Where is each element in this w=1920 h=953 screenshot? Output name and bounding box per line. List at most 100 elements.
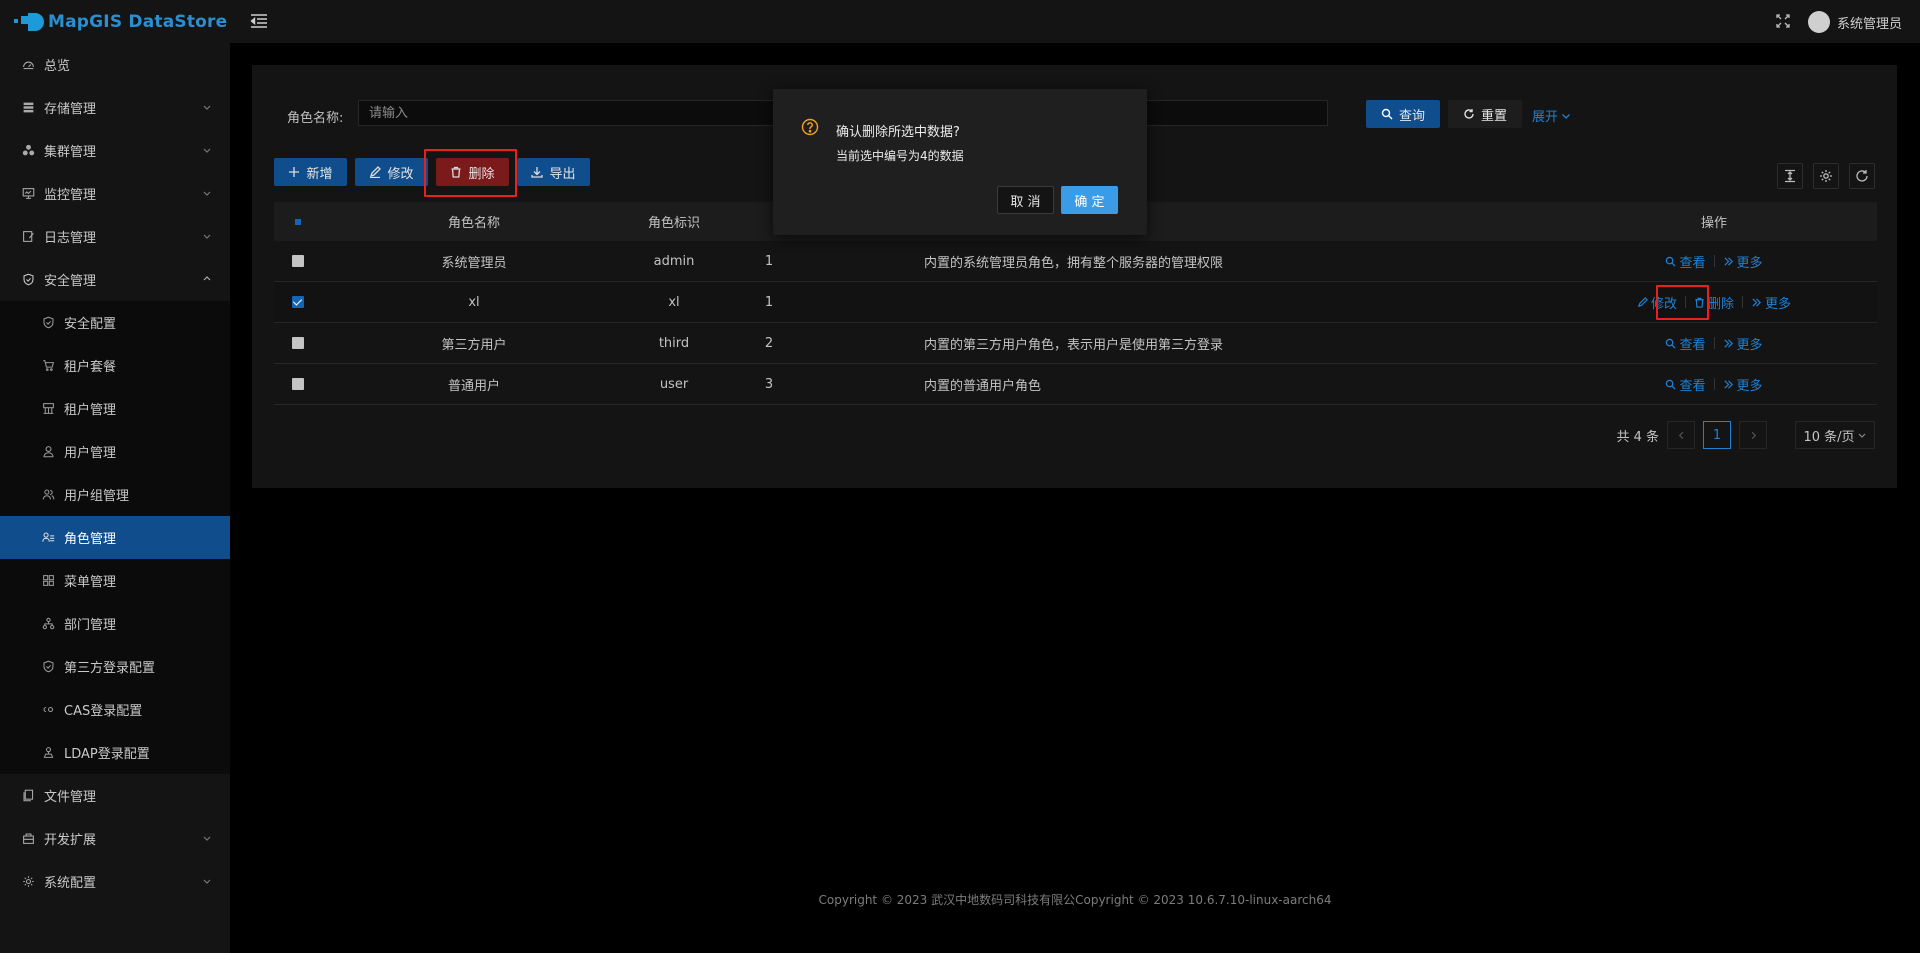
sidebar-item-log[interactable]: 日志管理 — [0, 215, 230, 258]
double-right-icon — [1723, 379, 1733, 389]
top-bar: 系统管理员 — [230, 0, 1920, 43]
role-icon — [42, 531, 55, 544]
download-icon — [531, 167, 544, 178]
sidebar-item-storage[interactable]: 存储管理 — [0, 86, 230, 129]
sidebar-item-cas-login[interactable]: CAS登录配置 — [0, 688, 230, 731]
search-icon — [1666, 379, 1677, 390]
log-icon — [22, 230, 35, 243]
sidebar-item-tenant[interactable]: 租户管理 — [0, 387, 230, 430]
gear-icon — [1820, 170, 1832, 182]
more-link[interactable]: 更多 — [1723, 375, 1763, 394]
expand-link-label: 展开 — [1532, 110, 1559, 125]
user-group-icon — [42, 488, 55, 501]
tenant-icon — [42, 402, 55, 415]
prev-page-button[interactable] — [1667, 421, 1695, 449]
row-checkbox[interactable] — [292, 323, 304, 363]
column-height-button[interactable] — [1777, 163, 1803, 189]
expand-link[interactable]: 展开 — [1532, 106, 1571, 125]
row-checkbox[interactable] — [292, 364, 304, 404]
delete-button-label: 删除 — [468, 166, 495, 182]
more-link[interactable]: 更多 — [1751, 293, 1791, 312]
view-link[interactable]: 查看 — [1665, 334, 1706, 353]
view-link-label: 查看 — [1679, 337, 1706, 353]
cart-icon — [42, 359, 55, 372]
edit-button[interactable]: 修改 — [355, 158, 428, 186]
page-1-button[interactable]: 1 — [1703, 421, 1731, 449]
delete-link[interactable]: 删除 — [1694, 293, 1734, 312]
sidebar-item-third-party-login[interactable]: 第三方登录配置 — [0, 645, 230, 688]
view-link[interactable]: 查看 — [1665, 375, 1706, 394]
more-link[interactable]: 更多 — [1723, 252, 1763, 271]
delete-icon — [451, 166, 461, 178]
sidebar-item-overview[interactable]: 总览 — [0, 43, 230, 86]
view-link-label: 查看 — [1679, 378, 1706, 394]
cell-desc: 内置的第三方用户角色，表示用户是使用第三方登录 — [924, 337, 1224, 353]
chevron-down-icon — [203, 105, 211, 110]
chevron-down-icon — [203, 191, 211, 196]
sidebar-item-cluster[interactable]: 集群管理 — [0, 129, 230, 172]
cell-sort: 2 — [764, 335, 774, 351]
more-link[interactable]: 更多 — [1723, 334, 1763, 353]
sidebar-item-system-config[interactable]: 系统配置 — [0, 860, 230, 903]
refresh-button[interactable] — [1849, 163, 1875, 189]
refresh-icon — [1856, 170, 1868, 182]
chevron-left-icon — [1678, 431, 1683, 439]
user-menu[interactable]: 系统管理员 — [1807, 11, 1902, 33]
delete-button[interactable]: 删除 — [436, 158, 509, 186]
reset-button[interactable]: 重置 — [1448, 100, 1522, 128]
select-all-checkbox[interactable] — [292, 202, 304, 241]
edit-link[interactable]: 修改 — [1637, 293, 1677, 312]
chevron-down-icon — [203, 836, 211, 841]
confirm-button[interactable]: 确 定 — [1061, 186, 1118, 214]
sidebar-item-file[interactable]: 文件管理 — [0, 774, 230, 817]
sidebar-item-department[interactable]: 部门管理 — [0, 602, 230, 645]
sidebar-item-label: 菜单管理 — [64, 575, 117, 590]
table-row: 系统管理员 admin 1 内置的系统管理员角色，拥有整个服务器的管理权限 查看… — [274, 241, 1877, 282]
logo[interactable]: MapGIS DataStore — [0, 0, 230, 43]
settings-button[interactable] — [1813, 163, 1839, 189]
row-checkbox[interactable] — [292, 282, 304, 322]
more-link-label: 更多 — [1736, 337, 1763, 353]
cell-name: 第三方用户 — [441, 337, 507, 353]
row-checkbox[interactable] — [292, 241, 304, 281]
sidebar-item-user-group[interactable]: 用户组管理 — [0, 473, 230, 516]
table-row: xl xl 1 修改 删除 更多 — [274, 282, 1877, 323]
export-button-label: 导出 — [549, 166, 576, 182]
user-icon — [42, 445, 55, 458]
shield-icon — [42, 660, 55, 673]
export-button[interactable]: 导出 — [517, 158, 590, 186]
sidebar-item-monitor[interactable]: 监控管理 — [0, 172, 230, 215]
delete-icon — [1695, 297, 1704, 308]
footer-copyright: Copyright © 2023 武汉中地数码司科技有限公Copyright ©… — [818, 893, 1332, 907]
search-icon — [1666, 338, 1677, 349]
double-right-icon — [1752, 297, 1762, 307]
menu-fold-icon[interactable] — [250, 13, 268, 29]
view-link[interactable]: 查看 — [1665, 252, 1706, 271]
chevron-down-icon — [1858, 433, 1865, 438]
sidebar-item-label: 角色管理 — [64, 532, 117, 547]
column-header-ops: 操作 — [1700, 216, 1727, 231]
sidebar-item-menu[interactable]: 菜单管理 — [0, 559, 230, 602]
sidebar-item-security[interactable]: 安全管理 — [0, 258, 230, 301]
query-button[interactable]: 查询 — [1366, 100, 1440, 128]
shield-icon — [42, 316, 55, 329]
ldap-icon — [42, 746, 55, 759]
gear-icon — [22, 875, 35, 888]
chevron-down-icon — [203, 148, 211, 153]
cell-ops: 查看 更多 — [1604, 323, 1824, 363]
sidebar-item-label: LDAP登录配置 — [64, 747, 150, 762]
sidebar-item-role[interactable]: 角色管理 — [0, 516, 230, 559]
cell-name: xl — [468, 294, 480, 310]
cancel-button[interactable]: 取 消 — [997, 186, 1054, 214]
next-page-button[interactable] — [1739, 421, 1767, 449]
sidebar-item-extension[interactable]: 开发扩展 — [0, 817, 230, 860]
add-button[interactable]: 新增 — [274, 158, 347, 186]
sidebar-item-tenant-package[interactable]: 租户套餐 — [0, 344, 230, 387]
cell-ops: 查看 更多 — [1604, 241, 1824, 281]
sidebar-item-security-config[interactable]: 安全配置 — [0, 301, 230, 344]
sidebar-item-label: 安全配置 — [64, 317, 117, 332]
page-size-select[interactable]: 10 条/页 — [1795, 421, 1875, 449]
fullscreen-icon[interactable] — [1776, 14, 1790, 28]
sidebar-item-user[interactable]: 用户管理 — [0, 430, 230, 473]
sidebar-item-ldap-login[interactable]: LDAP登录配置 — [0, 731, 230, 774]
